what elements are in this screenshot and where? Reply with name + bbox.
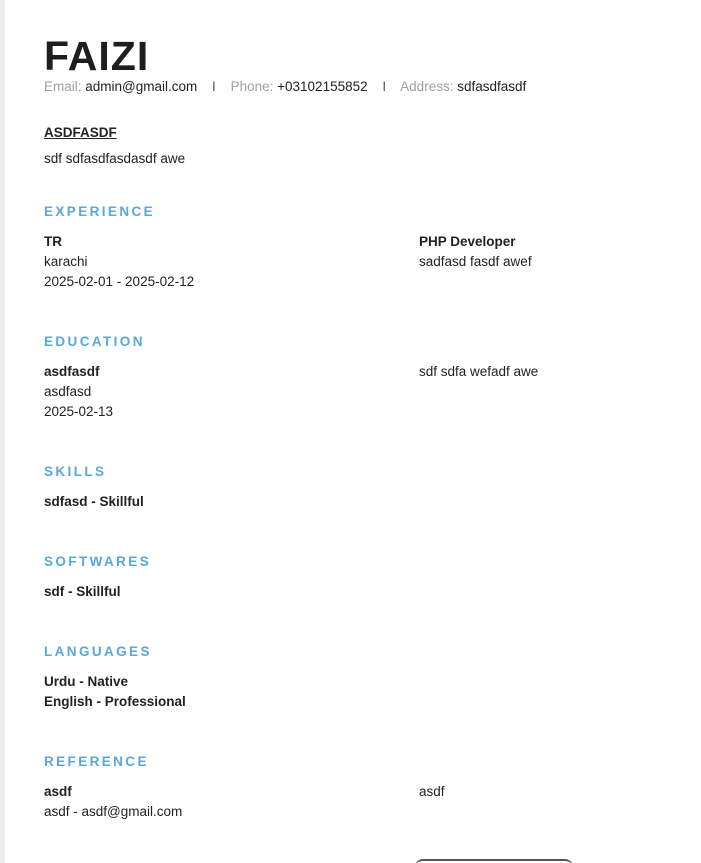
reference-heading: REFERENCE: [44, 754, 149, 769]
reference-note: asdf: [419, 784, 445, 799]
experience-location: karachi: [44, 254, 88, 269]
experience-company: TR: [44, 234, 62, 249]
experience-description: sadfasd fasdf awef: [419, 254, 532, 269]
summary-text: sdf sdfasdfasdasdf awe: [44, 151, 186, 166]
education-institute: asdfasd: [44, 384, 92, 399]
language-item: Urdu - Native: [44, 674, 129, 689]
offscreen-button-edge[interactable]: [415, 859, 573, 863]
experience-details: TR karachi 2025-02-01 - 2025-02-12: [44, 232, 194, 292]
education-description: sdf sdfa wefadf awe: [419, 364, 539, 379]
skills-list: sdfasd - Skillful: [44, 492, 144, 512]
reference-contact: asdf - asdf@gmail.com: [44, 804, 183, 819]
contact-separator: I: [382, 79, 387, 94]
reference-note-block: asdf: [419, 782, 445, 802]
education-date: 2025-02-13: [44, 404, 114, 419]
reference-details: asdf asdf - asdf@gmail.com: [44, 782, 182, 822]
software-item: sdf - Skillful: [44, 584, 121, 599]
candidate-name: FAIZI: [44, 33, 150, 79]
address-label: Address:: [400, 79, 454, 94]
education-details: asdfasdf asdfasd 2025-02-13: [44, 362, 113, 422]
experience-role-block: PHP Developer sadfasd fasdf awef: [419, 232, 532, 272]
experience-heading: EXPERIENCE: [44, 204, 156, 219]
softwares-heading: SOFTWARES: [44, 554, 152, 569]
address-value: sdfasdfasdf: [457, 79, 527, 94]
skills-heading: SKILLS: [44, 464, 107, 479]
summary-title: ASDFASDF: [44, 125, 117, 140]
experience-dates: 2025-02-01 - 2025-02-12: [44, 274, 195, 289]
language-item: English - Professional: [44, 694, 186, 709]
contact-line: Email: admin@gmail.com I Phone: +0310215…: [44, 78, 526, 96]
phone-value: +03102155852: [277, 79, 368, 94]
email-value: admin@gmail.com: [85, 79, 198, 94]
reference-name: asdf: [44, 784, 72, 799]
phone-label: Phone:: [230, 79, 274, 94]
languages-heading: LANGUAGES: [44, 644, 152, 659]
contact-separator: I: [212, 79, 216, 94]
education-degree: asdfasdf: [44, 364, 100, 379]
resume-page: FAIZI Email: admin@gmail.com I Phone: +0…: [0, 0, 701, 863]
skill-item: sdfasd - Skillful: [44, 494, 144, 509]
experience-role: PHP Developer: [419, 234, 516, 249]
languages-list: Urdu - Native English - Professional: [44, 672, 186, 712]
softwares-list: sdf - Skillful: [44, 582, 121, 602]
education-description-block: sdf sdfa wefadf awe: [419, 362, 538, 382]
education-heading: EDUCATION: [44, 334, 145, 349]
email-label: Email:: [44, 79, 82, 94]
